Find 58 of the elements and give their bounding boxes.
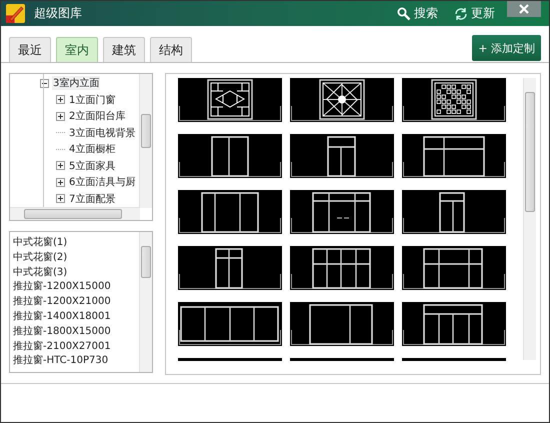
add-custom-button[interactable]: + 添加定制 bbox=[472, 35, 541, 61]
tree-item[interactable]: 1立面门窗 bbox=[68, 92, 116, 107]
list-item[interactable]: 推拉窗-1200X15000 bbox=[13, 280, 141, 296]
drawing-thumbnail[interactable] bbox=[290, 78, 394, 122]
drawing-thumbnail[interactable] bbox=[290, 134, 394, 178]
list-item[interactable]: 推拉窗-1800X15000 bbox=[13, 324, 141, 340]
vertical-scrollbar[interactable] bbox=[523, 78, 536, 360]
drawing-thumbnail[interactable] bbox=[178, 246, 282, 290]
drawing-thumbnail[interactable] bbox=[178, 190, 282, 234]
drawing-thumbnail[interactable] bbox=[178, 358, 282, 361]
refresh-button[interactable]: 更新 bbox=[454, 5, 495, 22]
refresh-icon bbox=[454, 6, 468, 20]
drawing-thumbnail[interactable] bbox=[178, 302, 282, 346]
drawing-thumbnail[interactable] bbox=[290, 302, 394, 346]
search-icon bbox=[397, 6, 411, 20]
tab[interactable]: 建筑 bbox=[103, 37, 145, 62]
drawing-thumbnail[interactable] bbox=[290, 358, 394, 361]
drawing-thumbnail[interactable] bbox=[178, 78, 282, 122]
list-item[interactable]: 中式花窗(1) bbox=[13, 236, 141, 251]
collapse-icon[interactable] bbox=[40, 78, 49, 88]
drawing-thumbnail[interactable] bbox=[402, 190, 506, 234]
tree-item[interactable]: 4立面橱柜 bbox=[68, 142, 116, 156]
expand-icon[interactable] bbox=[56, 194, 65, 204]
expand-icon[interactable] bbox=[56, 95, 65, 104]
tree-item[interactable]: 6立面洁具与厨 bbox=[68, 175, 136, 190]
list-item[interactable]: 推拉窗-2100X27001 bbox=[13, 340, 141, 354]
tree-item[interactable]: 3室内立面 bbox=[52, 76, 100, 90]
drawing-thumbnail[interactable] bbox=[402, 246, 506, 290]
close-button[interactable] bbox=[507, 1, 541, 17]
list-item[interactable]: 中式花窗(2) bbox=[13, 250, 141, 266]
tree-item[interactable]: 2立面阳台库 bbox=[68, 109, 126, 124]
drawing-thumbnail[interactable] bbox=[402, 78, 506, 122]
vertical-scrollbar[interactable] bbox=[138, 74, 152, 208]
window-title: 超级图库 bbox=[34, 5, 82, 22]
vertical-scrollbar[interactable] bbox=[138, 232, 152, 372]
search-button[interactable]: 搜索 bbox=[397, 5, 438, 22]
drawing-thumbnail[interactable] bbox=[402, 358, 506, 361]
list-item[interactable]: 推拉窗-1200X21000 bbox=[13, 295, 141, 310]
drawing-thumbnail[interactable] bbox=[290, 190, 394, 234]
tree-item[interactable]: 7立面配景 bbox=[68, 192, 116, 206]
expand-icon[interactable] bbox=[56, 112, 65, 121]
tab[interactable]: 结构 bbox=[150, 37, 192, 62]
tree-item[interactable]: 5立面家具 bbox=[68, 158, 116, 173]
drawing-thumbnail[interactable] bbox=[290, 246, 394, 290]
pencil-icon bbox=[6, 4, 25, 23]
drawing-thumbnail[interactable] bbox=[402, 134, 506, 178]
tab[interactable]: 最近 bbox=[9, 37, 51, 62]
expand-icon[interactable] bbox=[56, 161, 65, 170]
horizontal-scrollbar[interactable] bbox=[10, 207, 140, 220]
list-item[interactable]: 推拉窗-1400X18001 bbox=[13, 310, 141, 325]
drawing-thumbnail[interactable] bbox=[402, 302, 506, 346]
list-item[interactable]: 中式花窗(3) bbox=[13, 266, 141, 280]
list-item[interactable]: 推拉窗-HTC-10P730 bbox=[13, 354, 141, 370]
tab[interactable]: 室内 bbox=[56, 37, 98, 62]
expand-icon[interactable] bbox=[56, 178, 65, 187]
close-icon bbox=[518, 4, 530, 14]
tree-item[interactable]: 3立面电视背景 bbox=[68, 126, 136, 140]
drawing-thumbnail[interactable] bbox=[178, 134, 282, 178]
